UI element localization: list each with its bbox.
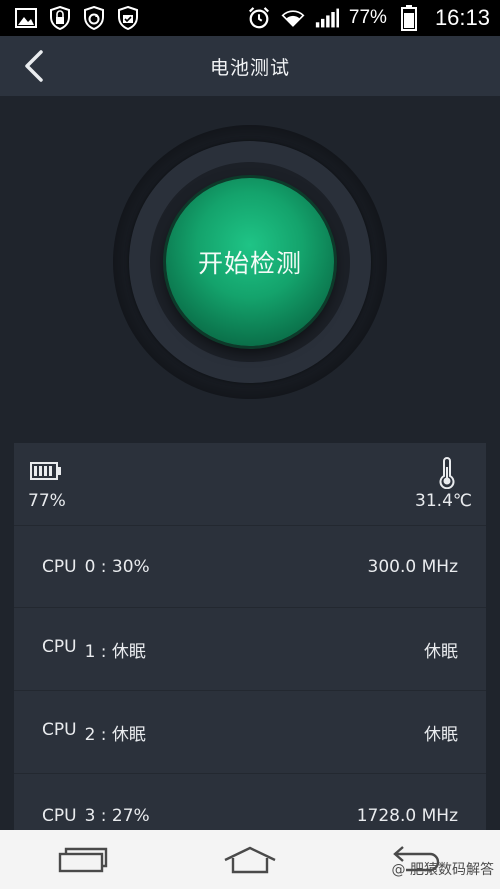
status-system-icons: 77% 16:13 <box>247 5 490 31</box>
temperature-value: 31.4℃ <box>415 491 472 511</box>
thermometer-icon <box>436 457 458 490</box>
cpu-row: CPU 1 : 休眠 休眠 <box>14 609 486 691</box>
signal-icon <box>315 6 339 30</box>
cpu-status: 0 : 30% <box>84 556 150 577</box>
cpu-frequency: 休眠 <box>424 725 458 745</box>
image-icon <box>14 6 38 30</box>
recent-apps-button[interactable] <box>53 840 113 880</box>
cpu-label: CPU <box>42 556 77 577</box>
cpu-frequency: 休眠 <box>424 642 458 662</box>
start-test-label: 开始检测 <box>197 249 302 278</box>
shield-lock-icon <box>48 6 72 30</box>
cpu-label: CPU <box>42 806 77 826</box>
watermark-text: @ 肥猿数码解答 <box>391 862 494 878</box>
cpu-info-panel: 77% 31.4℃ CPU 0 : 30% 300.0 MHz CPU 1 : 休眠… <box>14 443 486 843</box>
status-bar: 77% 16:13 <box>0 0 500 36</box>
alarm-icon <box>247 6 271 30</box>
battery-level: 77% <box>28 491 66 511</box>
shield-check-icon <box>116 6 140 30</box>
cpu-status: 3 : 27% <box>84 806 150 826</box>
shield-sync-icon <box>82 6 106 30</box>
cpu-frequency: 300.0 MHz <box>367 556 458 577</box>
battery-icon <box>397 5 421 31</box>
title-bar: 电池测试 <box>0 36 500 96</box>
status-battery-percent: 77% <box>348 7 387 28</box>
wifi-icon <box>281 6 305 30</box>
cpu-row: CPU 2 : 休眠 休眠 <box>14 692 486 774</box>
home-icon <box>224 846 276 873</box>
cpu-label: CPU <box>42 720 77 740</box>
home-button[interactable] <box>220 840 280 880</box>
cpu-label: CPU <box>42 637 77 657</box>
recent-apps-icon <box>59 847 108 872</box>
cpu-row: CPU 0 : 30% 300.0 MHz <box>14 526 486 608</box>
status-notification-icons <box>14 6 140 30</box>
battery-temperature-row: 77% 31.4℃ <box>14 443 486 526</box>
cpu-status: 2 : 休眠 <box>84 725 146 745</box>
cpu-frequency: 1728.0 MHz <box>356 806 458 826</box>
chevron-left-icon <box>25 50 43 82</box>
cpu-status: 1 : 休眠 <box>84 642 146 662</box>
status-time: 16:13 <box>434 5 490 30</box>
page-title: 电池测试 <box>209 56 290 79</box>
battery-icon <box>30 461 62 481</box>
start-test-button[interactable]: 开始检测 <box>166 178 334 346</box>
back-button[interactable] <box>16 48 52 84</box>
